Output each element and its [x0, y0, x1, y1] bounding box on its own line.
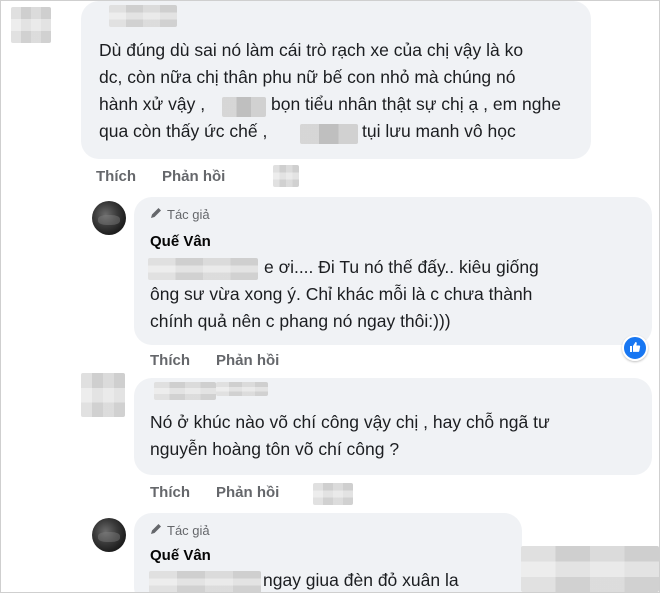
author-name[interactable]: Quế Vân — [150, 233, 211, 250]
timestamp-blurred — [273, 165, 299, 187]
mention-blurred[interactable] — [149, 571, 261, 592]
comment-text-line: e ơi.... Đi Tu nó thế đấy.. kiêu giống — [264, 257, 539, 277]
comments-panel: Dù đúng dù sai nó làm cái trò rạch xe củ… — [0, 0, 660, 593]
redacted-text — [222, 97, 266, 117]
author-badge-label: Tác giả — [167, 523, 210, 538]
comment-text-line: qua còn thấy ức chế , — [99, 121, 268, 141]
comment-text-line: hành xử vậy , — [99, 94, 206, 114]
avatar[interactable] — [92, 518, 126, 552]
author-name[interactable]: Quế Vân — [150, 547, 211, 564]
avatar-blurred[interactable] — [11, 7, 51, 43]
commenter-name-blurred[interactable] — [154, 382, 216, 400]
comment-text-line: Nó ở khúc nào võ chí công vậy chị , hay … — [150, 412, 550, 432]
commenter-name-blurred[interactable] — [216, 382, 268, 396]
author-badge: Tác giả — [149, 206, 210, 223]
author-badge: Tác giả — [149, 522, 210, 539]
like-button[interactable]: Thích — [96, 168, 136, 185]
avatar-blurred[interactable] — [81, 373, 125, 417]
comment-text-line: ông sư vừa xong ý. Chỉ khác mỗi là c chư… — [150, 284, 533, 304]
comment-text-line: chính quả nên c phang nó ngay thôi:))) — [150, 311, 451, 331]
redacted-text — [300, 124, 358, 144]
pencil-icon — [149, 522, 163, 539]
comment-text-line: tụi lưu manh vô học — [362, 121, 516, 141]
avatar[interactable] — [92, 201, 126, 235]
comment-text-line: nguyễn hoàng tôn võ chí công ? — [150, 439, 400, 459]
mention-blurred[interactable] — [148, 258, 258, 280]
like-button[interactable]: Thích — [150, 484, 190, 501]
commenter-name-blurred[interactable] — [109, 5, 177, 27]
reply-button[interactable]: Phản hồi — [216, 352, 279, 369]
comment-text-line: Dù đúng dù sai nó làm cái trò rạch xe củ… — [99, 40, 524, 60]
like-reaction[interactable] — [622, 335, 648, 361]
timestamp-blurred — [313, 483, 353, 505]
comment-text-line: ngay giua đèn đỏ xuân la — [263, 570, 459, 590]
comment-text-line: dc, còn nữa chị thân phu nữ bế con nhỏ m… — [99, 67, 516, 87]
author-badge-label: Tác giả — [167, 207, 210, 222]
thumbs-up-icon — [629, 341, 641, 356]
like-button[interactable]: Thích — [150, 352, 190, 369]
reply-button[interactable]: Phản hồi — [216, 484, 279, 501]
comment-text-line: bọn tiểu nhân thật sự chị ạ , em nghe — [271, 94, 561, 114]
blurred-area — [521, 546, 659, 592]
pencil-icon — [149, 206, 163, 223]
reply-button[interactable]: Phản hồi — [162, 168, 225, 185]
